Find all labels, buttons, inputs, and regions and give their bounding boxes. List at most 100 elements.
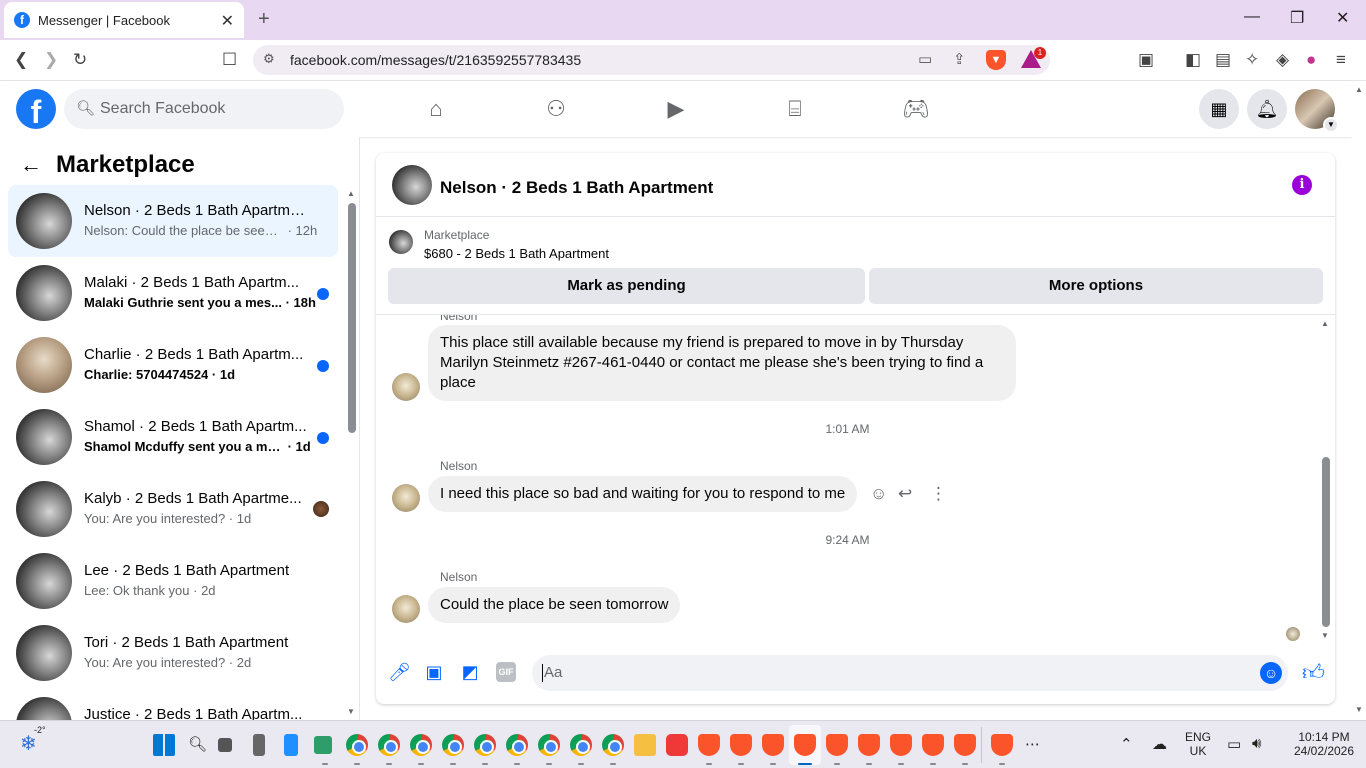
file-explorer-icon[interactable] xyxy=(634,734,656,756)
thumbs-up-icon[interactable]: 👍︎ xyxy=(1302,659,1325,686)
sender-avatar[interactable] xyxy=(392,484,420,512)
back-arrow-icon[interactable]: ← xyxy=(20,152,48,178)
scroll-up-arrow-icon[interactable]: ▲ xyxy=(1355,85,1363,94)
conversation-item-malaki[interactable]: Malaki · 2 Beds 1 Bath Apartm... Malaki … xyxy=(8,257,338,329)
reload-icon[interactable]: ↻ xyxy=(73,50,87,70)
scroll-down-arrow-icon[interactable]: ▼ xyxy=(1355,705,1363,714)
more-vertical-icon[interactable]: ⋮ xyxy=(930,484,947,504)
back-icon[interactable]: ❮ xyxy=(14,50,28,70)
chrome-icon[interactable] xyxy=(570,734,592,756)
chrome-icon[interactable] xyxy=(602,734,624,756)
info-icon[interactable]: i xyxy=(1292,175,1312,195)
photo-icon[interactable]: ▣ xyxy=(424,662,444,682)
brave-shields-icon[interactable]: ▼ xyxy=(986,50,1006,70)
scroll-up-arrow-icon[interactable]: ▲ xyxy=(1321,319,1329,328)
marketplace-icon[interactable]: ⌸ xyxy=(782,96,808,122)
sticker-icon[interactable]: ◩ xyxy=(460,662,480,682)
volume-icon[interactable]: 🔊︎ xyxy=(1252,735,1261,752)
chevron-up-icon[interactable]: ⌃ xyxy=(1120,735,1133,753)
share-icon[interactable]: ⇪ xyxy=(953,50,966,68)
brave-icon[interactable] xyxy=(730,734,752,756)
message-bubble[interactable]: Could the place be seen tomorrow xyxy=(428,587,681,623)
app-icon[interactable] xyxy=(314,736,332,754)
network-icon[interactable]: ▭ xyxy=(1227,735,1241,753)
chrome-icon[interactable] xyxy=(506,734,528,756)
leo-ai-icon[interactable]: ✧ xyxy=(1245,50,1259,70)
language-indicator[interactable]: ENG UK xyxy=(1184,730,1212,758)
microphone-icon[interactable]: 🎤︎ xyxy=(388,662,411,682)
conversation-item-nelson[interactable]: Nelson · 2 Beds 1 Bath Apartment Nelson:… xyxy=(8,185,338,257)
brave-icon[interactable] xyxy=(991,734,1013,756)
message-input[interactable]: Aa ☺ xyxy=(532,655,1288,691)
start-icon[interactable] xyxy=(153,734,175,756)
page-scrollbar[interactable]: ▲ ▼ xyxy=(1352,81,1366,720)
brave-icon[interactable] xyxy=(762,734,784,756)
install-app-icon[interactable]: ▭ xyxy=(918,50,932,68)
cloud-offline-icon[interactable]: ☁ xyxy=(1152,735,1167,753)
conversation-item-charlie[interactable]: Charlie · 2 Beds 1 Bath Apartm... Charli… xyxy=(8,329,338,401)
gaming-icon[interactable]: 🎮︎ xyxy=(902,96,930,122)
more-options-button[interactable]: More options xyxy=(869,268,1323,304)
chat-title[interactable]: Nelson · 2 Beds 1 Bath Apartment xyxy=(440,178,713,198)
sender-avatar[interactable] xyxy=(392,373,420,401)
facebook-logo-icon[interactable]: f xyxy=(16,89,56,129)
conversation-item-lee[interactable]: Lee · 2 Beds 1 Bath Apartment Lee: Ok th… xyxy=(8,545,338,617)
search-icon[interactable]: 🔍︎ xyxy=(188,735,207,753)
reader-mode-icon[interactable]: ▣ xyxy=(1138,50,1154,70)
conversation-item-tori[interactable]: Tori · 2 Beds 1 Bath Apartment You: Are … xyxy=(8,617,338,689)
task-view-icon[interactable] xyxy=(218,738,232,752)
address-bar[interactable]: ⚙ facebook.com/messages/t/21635925577834… xyxy=(253,45,1050,75)
conversation-item-kalyb[interactable]: Kalyb · 2 Beds 1 Bath Apartme... You: Ar… xyxy=(8,473,338,545)
calculator-icon[interactable] xyxy=(253,734,265,756)
listing-title[interactable]: $680 - 2 Beds 1 Bath Apartment xyxy=(424,246,609,261)
message-bubble[interactable]: I need this place so bad and waiting for… xyxy=(428,476,858,512)
chrome-icon[interactable] xyxy=(378,734,400,756)
chat-scrollbar[interactable]: ▲ ▼ xyxy=(1320,315,1330,645)
new-tab-icon[interactable]: + xyxy=(258,8,270,31)
gif-icon[interactable]: GIF xyxy=(496,662,516,682)
account-avatar[interactable]: ▼ xyxy=(1295,89,1339,133)
brave-icon[interactable] xyxy=(922,734,944,756)
forward-icon[interactable]: ❯ xyxy=(44,50,58,70)
scroll-up-arrow-icon[interactable]: ▲ xyxy=(347,189,355,198)
close-tab-icon[interactable]: ✕ xyxy=(221,11,234,31)
home-icon[interactable]: ⌂ xyxy=(423,96,449,122)
chrome-icon[interactable] xyxy=(442,734,464,756)
chrome-icon[interactable] xyxy=(538,734,560,756)
menu-grid-icon[interactable]: ▦ xyxy=(1199,89,1239,129)
search-facebook-input[interactable]: 🔍︎ Search Facebook xyxy=(64,89,344,129)
minimize-icon[interactable]: — xyxy=(1244,8,1260,26)
vpn-icon[interactable]: ◈ xyxy=(1276,50,1289,70)
weather-snowflake-icon[interactable]: ❄ -2° xyxy=(20,725,46,756)
brave-icon[interactable] xyxy=(858,734,880,756)
restore-icon[interactable]: ❐ xyxy=(1290,8,1304,28)
brave-icon[interactable] xyxy=(698,734,720,756)
scrollbar-thumb[interactable] xyxy=(1322,457,1330,627)
friends-icon[interactable]: ⚇ xyxy=(543,96,569,122)
wallet-icon[interactable]: ▤ xyxy=(1215,50,1231,70)
conversation-item-justice[interactable]: Justice · 2 Beds 1 Bath Apartm... xyxy=(8,689,338,720)
site-info-icon[interactable]: ⚙ xyxy=(263,51,275,67)
vivaldi-icon[interactable] xyxy=(666,734,688,756)
sender-avatar[interactable] xyxy=(392,595,420,623)
scroll-down-arrow-icon[interactable]: ▼ xyxy=(1321,631,1329,640)
notifications-icon[interactable]: 🔔︎ xyxy=(1247,89,1287,129)
mark-as-pending-button[interactable]: Mark as pending xyxy=(388,268,865,304)
chevron-down-icon[interactable]: ▼ xyxy=(1323,117,1339,133)
brave-icon[interactable] xyxy=(954,734,976,756)
chat-avatar[interactable] xyxy=(392,165,432,205)
react-emoji-icon[interactable]: ☺ xyxy=(870,484,887,504)
close-window-icon[interactable]: ✕ xyxy=(1336,8,1349,28)
notepad-icon[interactable] xyxy=(284,734,298,756)
sidebar-toggle-icon[interactable]: ◧ xyxy=(1185,50,1201,70)
reply-icon[interactable]: ↩ xyxy=(898,484,912,504)
chrome-icon[interactable] xyxy=(410,734,432,756)
clock[interactable]: 10:14 PM 24/02/2026 xyxy=(1282,730,1366,758)
brave-icon[interactable] xyxy=(890,734,912,756)
sidebar-scrollbar[interactable]: ▲ ▼ xyxy=(347,189,356,716)
video-icon[interactable]: ▶ xyxy=(663,96,689,122)
bookmark-icon[interactable]: ☐ xyxy=(222,50,237,70)
scrollbar-thumb[interactable] xyxy=(348,203,356,433)
message-bubble[interactable]: This place still available because my fr… xyxy=(428,325,1016,401)
menu-icon[interactable]: ≡ xyxy=(1336,50,1346,70)
